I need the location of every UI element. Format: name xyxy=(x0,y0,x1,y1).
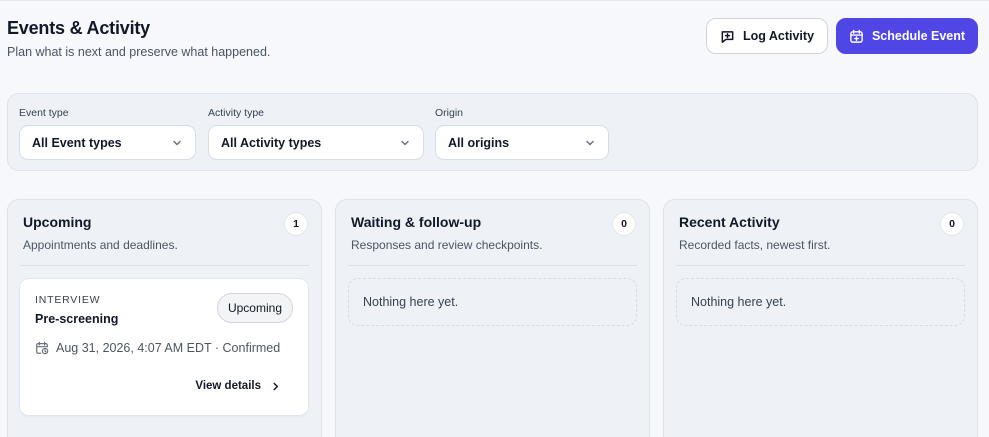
activity-type-label: Activity type xyxy=(208,107,265,119)
event-type-filter: Event type All Event types xyxy=(19,107,196,160)
event-type: INTERVIEW xyxy=(35,294,101,306)
event-name: Pre-screening xyxy=(35,312,119,326)
chevron-down-icon xyxy=(586,140,594,145)
chevron-right-icon xyxy=(273,382,279,390)
origin-select[interactable]: All origins xyxy=(435,125,609,160)
view-details-link[interactable]: View details xyxy=(195,380,280,392)
activity-type-select[interactable]: All Activity types xyxy=(208,125,424,160)
waiting-column: Waiting & follow-up Responses and review… xyxy=(335,199,650,437)
upcoming-description: Appointments and deadlines. xyxy=(23,238,178,252)
column-divider xyxy=(348,265,637,266)
event-datetime-text: Aug 31, 2026, 4:07 AM EDT · Confirmed xyxy=(56,341,281,355)
recent-empty-state: Nothing here yet. xyxy=(676,278,965,326)
waiting-description: Responses and review checkpoints. xyxy=(351,238,543,252)
event-card[interactable]: INTERVIEW Pre-screening Upcoming Aug 31,… xyxy=(19,278,309,416)
waiting-title: Waiting & follow-up xyxy=(351,214,482,230)
recent-activity-column: Recent Activity Recorded facts, newest f… xyxy=(663,199,978,437)
status-badge: Upcoming xyxy=(216,293,293,323)
top-border xyxy=(0,0,989,1)
calendar-clock-icon xyxy=(36,341,49,355)
activity-type-value: All Activity types xyxy=(221,135,322,150)
schedule-event-label: Schedule Event xyxy=(871,29,966,43)
upcoming-header: Upcoming Appointments and deadlines. 1 xyxy=(23,212,308,252)
column-divider xyxy=(20,265,309,266)
recent-title: Recent Activity xyxy=(679,214,780,230)
event-type-select[interactable]: All Event types xyxy=(19,125,196,160)
log-activity-button[interactable]: Log Activity xyxy=(706,18,828,54)
recent-header: Recent Activity Recorded facts, newest f… xyxy=(679,212,964,252)
recent-count-badge: 0 xyxy=(940,212,964,236)
filter-bar: Event type All Event types Activity type… xyxy=(7,93,978,171)
event-type-label: Event type xyxy=(19,107,69,119)
message-plus-icon xyxy=(721,30,734,43)
chevron-down-icon xyxy=(401,140,409,145)
origin-filter: Origin All origins xyxy=(435,107,609,160)
chevron-down-icon xyxy=(173,140,181,145)
recent-description: Recorded facts, newest first. xyxy=(679,238,831,252)
waiting-header: Waiting & follow-up Responses and review… xyxy=(351,212,636,252)
upcoming-title: Upcoming xyxy=(23,214,92,230)
waiting-empty-state: Nothing here yet. xyxy=(348,278,637,326)
waiting-count-badge: 0 xyxy=(612,212,636,236)
event-datetime: Aug 31, 2026, 4:07 AM EDT · Confirmed xyxy=(35,341,280,355)
schedule-event-button[interactable]: Schedule Event xyxy=(836,18,978,54)
event-type-value: All Event types xyxy=(32,135,122,150)
origin-value: All origins xyxy=(448,135,510,150)
view-details-label: View details xyxy=(195,380,261,392)
activity-type-filter: Activity type All Activity types xyxy=(208,107,424,160)
log-activity-label: Log Activity xyxy=(742,29,815,43)
calendar-plus-icon xyxy=(850,29,863,43)
upcoming-count-badge: 1 xyxy=(284,212,308,236)
column-divider xyxy=(676,265,965,266)
origin-label: Origin xyxy=(435,107,464,119)
upcoming-column: Upcoming Appointments and deadlines. 1 I… xyxy=(7,199,322,437)
page-header: Events & Activity Plan what is next and … xyxy=(7,18,982,68)
